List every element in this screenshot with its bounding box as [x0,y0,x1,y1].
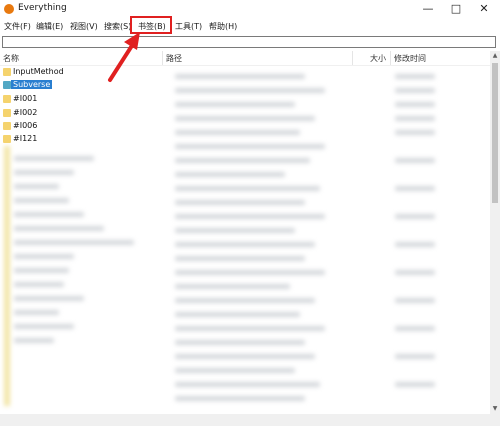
menu-search[interactable]: 搜索(S) [104,21,131,32]
status-bar [0,414,500,426]
column-divider[interactable] [352,51,353,65]
menu-file[interactable]: 文件(F) [4,21,31,32]
column-path[interactable]: 路径 [166,53,182,64]
window-title: Everything [18,3,67,13]
scroll-thumb[interactable] [492,63,498,203]
menu-edit[interactable]: 编辑(E) [36,21,63,32]
menu-view[interactable]: 视图(V) [70,21,98,32]
vertical-scrollbar[interactable]: ▲ ▼ [490,51,500,426]
everything-app-icon [4,4,14,14]
search-input[interactable] [2,36,496,48]
column-modified[interactable]: 修改时间 [394,53,426,64]
menu-help[interactable]: 帮助(H) [209,21,237,32]
menu-tools[interactable]: 工具(T) [175,21,202,32]
column-divider[interactable] [390,51,391,65]
blurred-file-list [0,66,490,414]
column-divider[interactable] [162,51,163,65]
column-name[interactable]: 名称 [3,53,19,64]
close-button[interactable]: ✕ [466,1,500,17]
menu-bar: 文件(F) 编辑(E) 视图(V) 搜索(S) 书签(B) 工具(T) 帮助(H… [0,18,500,34]
title-bar: Everything — □ ✕ [0,0,500,18]
column-size[interactable]: 大小 [370,53,386,64]
scroll-up-icon[interactable]: ▲ [490,51,500,61]
column-header-row: 名称 路径 大小 修改时间 [0,51,490,66]
scroll-down-icon[interactable]: ▼ [490,404,500,414]
bookmarks-highlight-box [130,16,172,34]
